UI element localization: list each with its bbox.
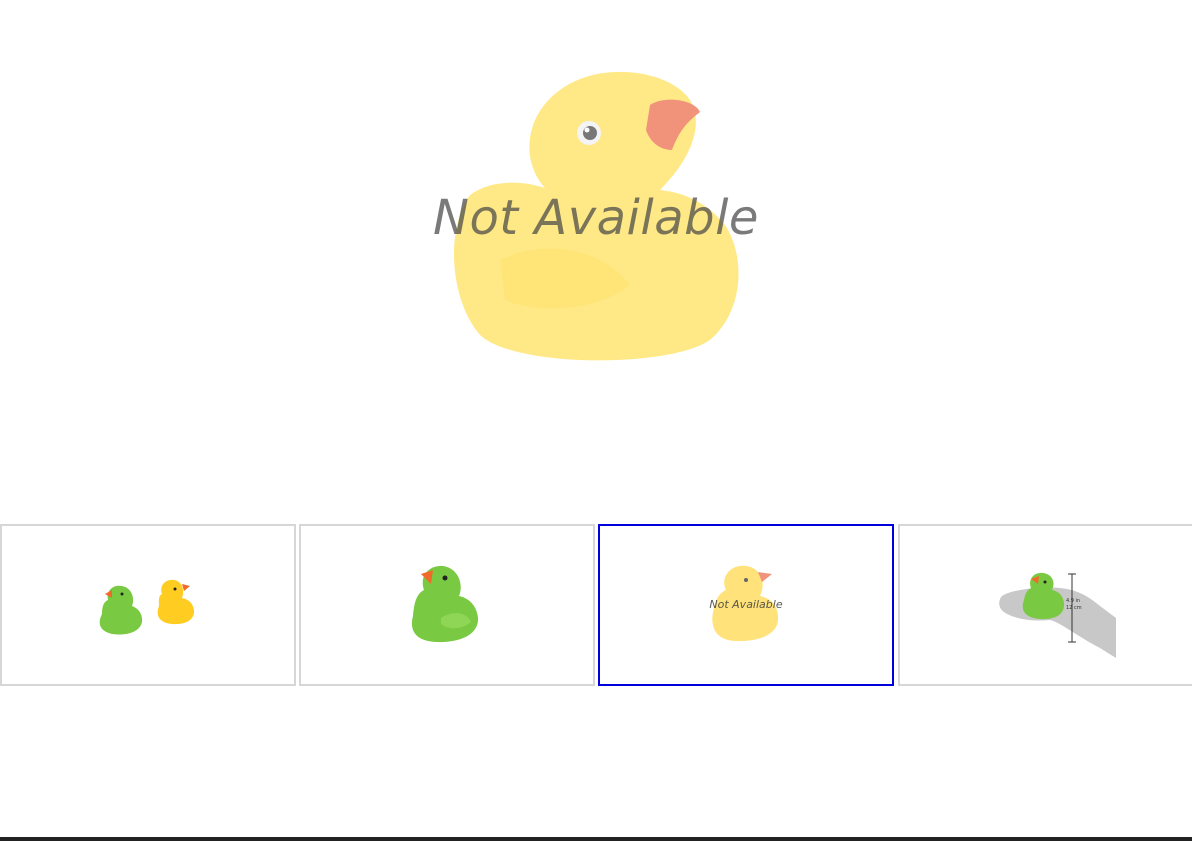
thumbnail-4[interactable]: 4.9 in 12 cm — [898, 524, 1192, 686]
thumbnail-strip: Not Available 4.9 in 12 cm — [0, 524, 1192, 686]
green-duck-icon — [411, 565, 479, 643]
thumbnail-3[interactable]: Not Available — [598, 524, 894, 686]
hand-with-duck-icon: 4.9 in 12 cm — [999, 572, 1116, 658]
dimension-label-in: 4.9 in — [1066, 598, 1080, 604]
thumbnail-2[interactable] — [299, 524, 595, 686]
not-available-label: Not Available — [433, 190, 759, 246]
yellow-duck-icon — [453, 71, 739, 361]
main-product-image: Not Available — [0, 0, 1192, 500]
thumbnail-not-available-label: Not Available — [709, 598, 783, 611]
dimension-label-cm: 12 cm — [1066, 605, 1082, 611]
thumbnail-1[interactable] — [0, 524, 296, 686]
duck-pair-icon — [99, 579, 195, 635]
bottom-toolbar-edge — [0, 837, 1192, 841]
